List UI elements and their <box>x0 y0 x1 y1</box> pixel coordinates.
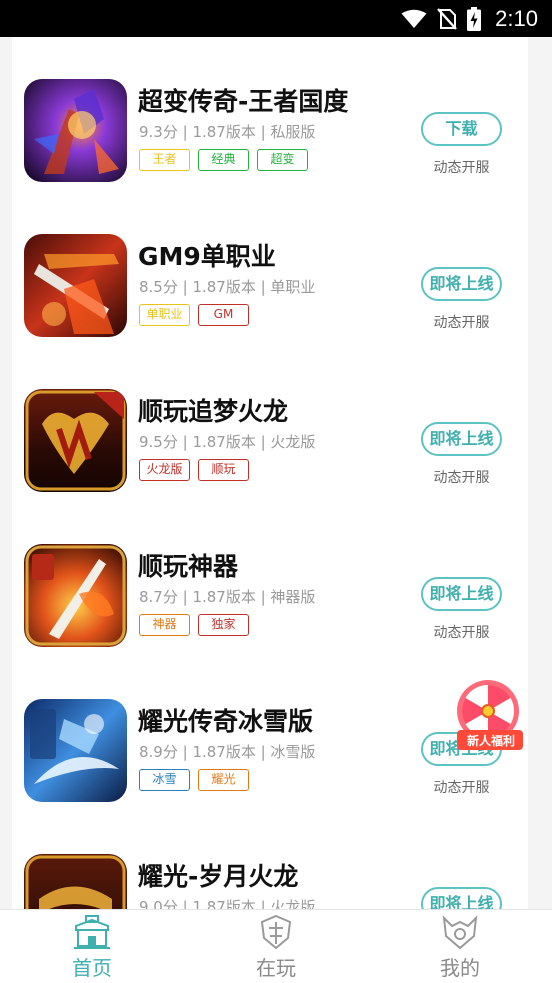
tab-home[interactable]: 首页 <box>0 910 184 983</box>
no-sim-icon <box>437 7 458 30</box>
game-icon-flame-blade[interactable] <box>24 544 127 647</box>
game-icon-purple-warrior[interactable] <box>24 79 127 182</box>
game-tag: 耀光 <box>198 769 249 791</box>
game-list-item[interactable]: GM9单职业 8.5分 | 1.87版本 | 单职业 单职业 GM 即将上线 动… <box>12 192 528 347</box>
game-title[interactable]: 顺玩追梦火龙 <box>138 392 288 428</box>
wifi-icon <box>401 9 427 28</box>
game-tag: 顺玩 <box>198 459 249 481</box>
game-icon-years-dragon[interactable] <box>24 854 127 909</box>
status-time: 2:10 <box>495 5 538 31</box>
game-tag: 冰雪 <box>139 769 190 791</box>
game-tag: 王者 <box>139 149 190 171</box>
tab-home-label: 首页 <box>72 956 112 980</box>
newcomer-benefit-label: 新人福利 <box>466 734 515 748</box>
tab-profile[interactable]: 我的 <box>368 910 552 983</box>
profile-helmet-icon <box>442 915 478 950</box>
game-tag: 神器 <box>139 614 190 636</box>
game-list-item[interactable]: 顺玩神器 8.7分 | 1.87版本 | 神器版 神器 独家 即将上线 动态开服 <box>12 502 528 657</box>
game-tag: 单职业 <box>139 304 190 326</box>
game-tags: 火龙版 顺玩 <box>139 459 249 481</box>
game-tags: 冰雪 耀光 <box>139 769 249 791</box>
game-tags: 王者 经典 超变 <box>139 149 308 171</box>
home-temple-icon <box>74 915 110 949</box>
status-bar: 2:10 <box>0 0 552 37</box>
game-tag: 独家 <box>198 614 249 636</box>
game-title[interactable]: 顺玩神器 <box>138 547 238 583</box>
coming-soon-button[interactable]: 即将上线 <box>421 887 502 909</box>
status-icons: 2:10 <box>401 0 538 37</box>
game-list-item[interactable]: 耀光-岁月火龙 9.0分 | 1.87版本 | 火龙版 即将上线 <box>12 812 528 909</box>
game-icon-ice-snow[interactable] <box>24 699 127 802</box>
server-status-label: 动态开服 <box>433 160 490 176</box>
coming-soon-button[interactable]: 即将上线 <box>421 422 502 456</box>
game-meta: 8.9分 | 1.87版本 | 冰雪版 <box>139 743 316 761</box>
coming-soon-button[interactable]: 即将上线 <box>421 577 502 611</box>
game-title[interactable]: GM9单职业 <box>138 237 276 273</box>
server-status-label: 动态开服 <box>433 780 490 796</box>
game-tag: 经典 <box>198 149 249 171</box>
tab-playing[interactable]: 在玩 <box>184 910 368 983</box>
game-meta: 8.7分 | 1.87版本 | 神器版 <box>139 588 316 606</box>
server-status-label: 动态开服 <box>433 315 490 331</box>
game-title[interactable]: 耀光-岁月火龙 <box>138 857 298 893</box>
game-list-item[interactable]: 顺玩追梦火龙 9.5分 | 1.87版本 | 火龙版 火龙版 顺玩 即将上线 动… <box>12 347 528 502</box>
game-title[interactable]: 耀光传奇冰雪版 <box>138 702 313 738</box>
game-list-item[interactable]: 超变传奇-王者国度 9.3分 | 1.87版本 | 私服版 王者 经典 超变 下… <box>12 37 528 192</box>
battery-charging-icon <box>467 6 482 31</box>
server-status-label: 动态开服 <box>433 625 490 641</box>
game-tag: 火龙版 <box>139 459 190 481</box>
game-tag: 超变 <box>257 149 308 171</box>
bottom-tab-bar: 首页 在玩 我的 <box>0 909 552 983</box>
game-meta: 8.5分 | 1.87版本 | 单职业 <box>139 278 316 296</box>
game-tags: 神器 独家 <box>139 614 249 636</box>
coming-soon-button[interactable]: 即将上线 <box>421 267 502 301</box>
game-tag: GM <box>198 304 249 326</box>
newcomer-benefit-badge[interactable]: 新人福利 <box>455 678 529 752</box>
download-button[interactable]: 下载 <box>421 112 502 146</box>
tab-playing-label: 在玩 <box>256 956 296 980</box>
game-icon-fire-dragon[interactable] <box>24 389 127 492</box>
game-list-card: 超变传奇-王者国度 9.3分 | 1.87版本 | 私服版 王者 经典 超变 下… <box>12 37 528 909</box>
game-meta: 9.5分 | 1.87版本 | 火龙版 <box>139 433 316 451</box>
playing-shield-icon <box>260 914 292 950</box>
game-icon-fire-sword[interactable] <box>24 234 127 337</box>
tab-profile-label: 我的 <box>440 956 480 980</box>
server-status-label: 动态开服 <box>433 470 490 486</box>
game-list-item[interactable]: 耀光传奇冰雪版 8.9分 | 1.87版本 | 冰雪版 冰雪 耀光 即将上线 动… <box>12 657 528 812</box>
game-meta: 9.3分 | 1.87版本 | 私服版 <box>139 123 316 141</box>
game-title[interactable]: 超变传奇-王者国度 <box>138 82 348 118</box>
game-tags: 单职业 GM <box>139 304 249 326</box>
game-meta: 9.0分 | 1.87版本 | 火龙版 <box>139 898 316 909</box>
